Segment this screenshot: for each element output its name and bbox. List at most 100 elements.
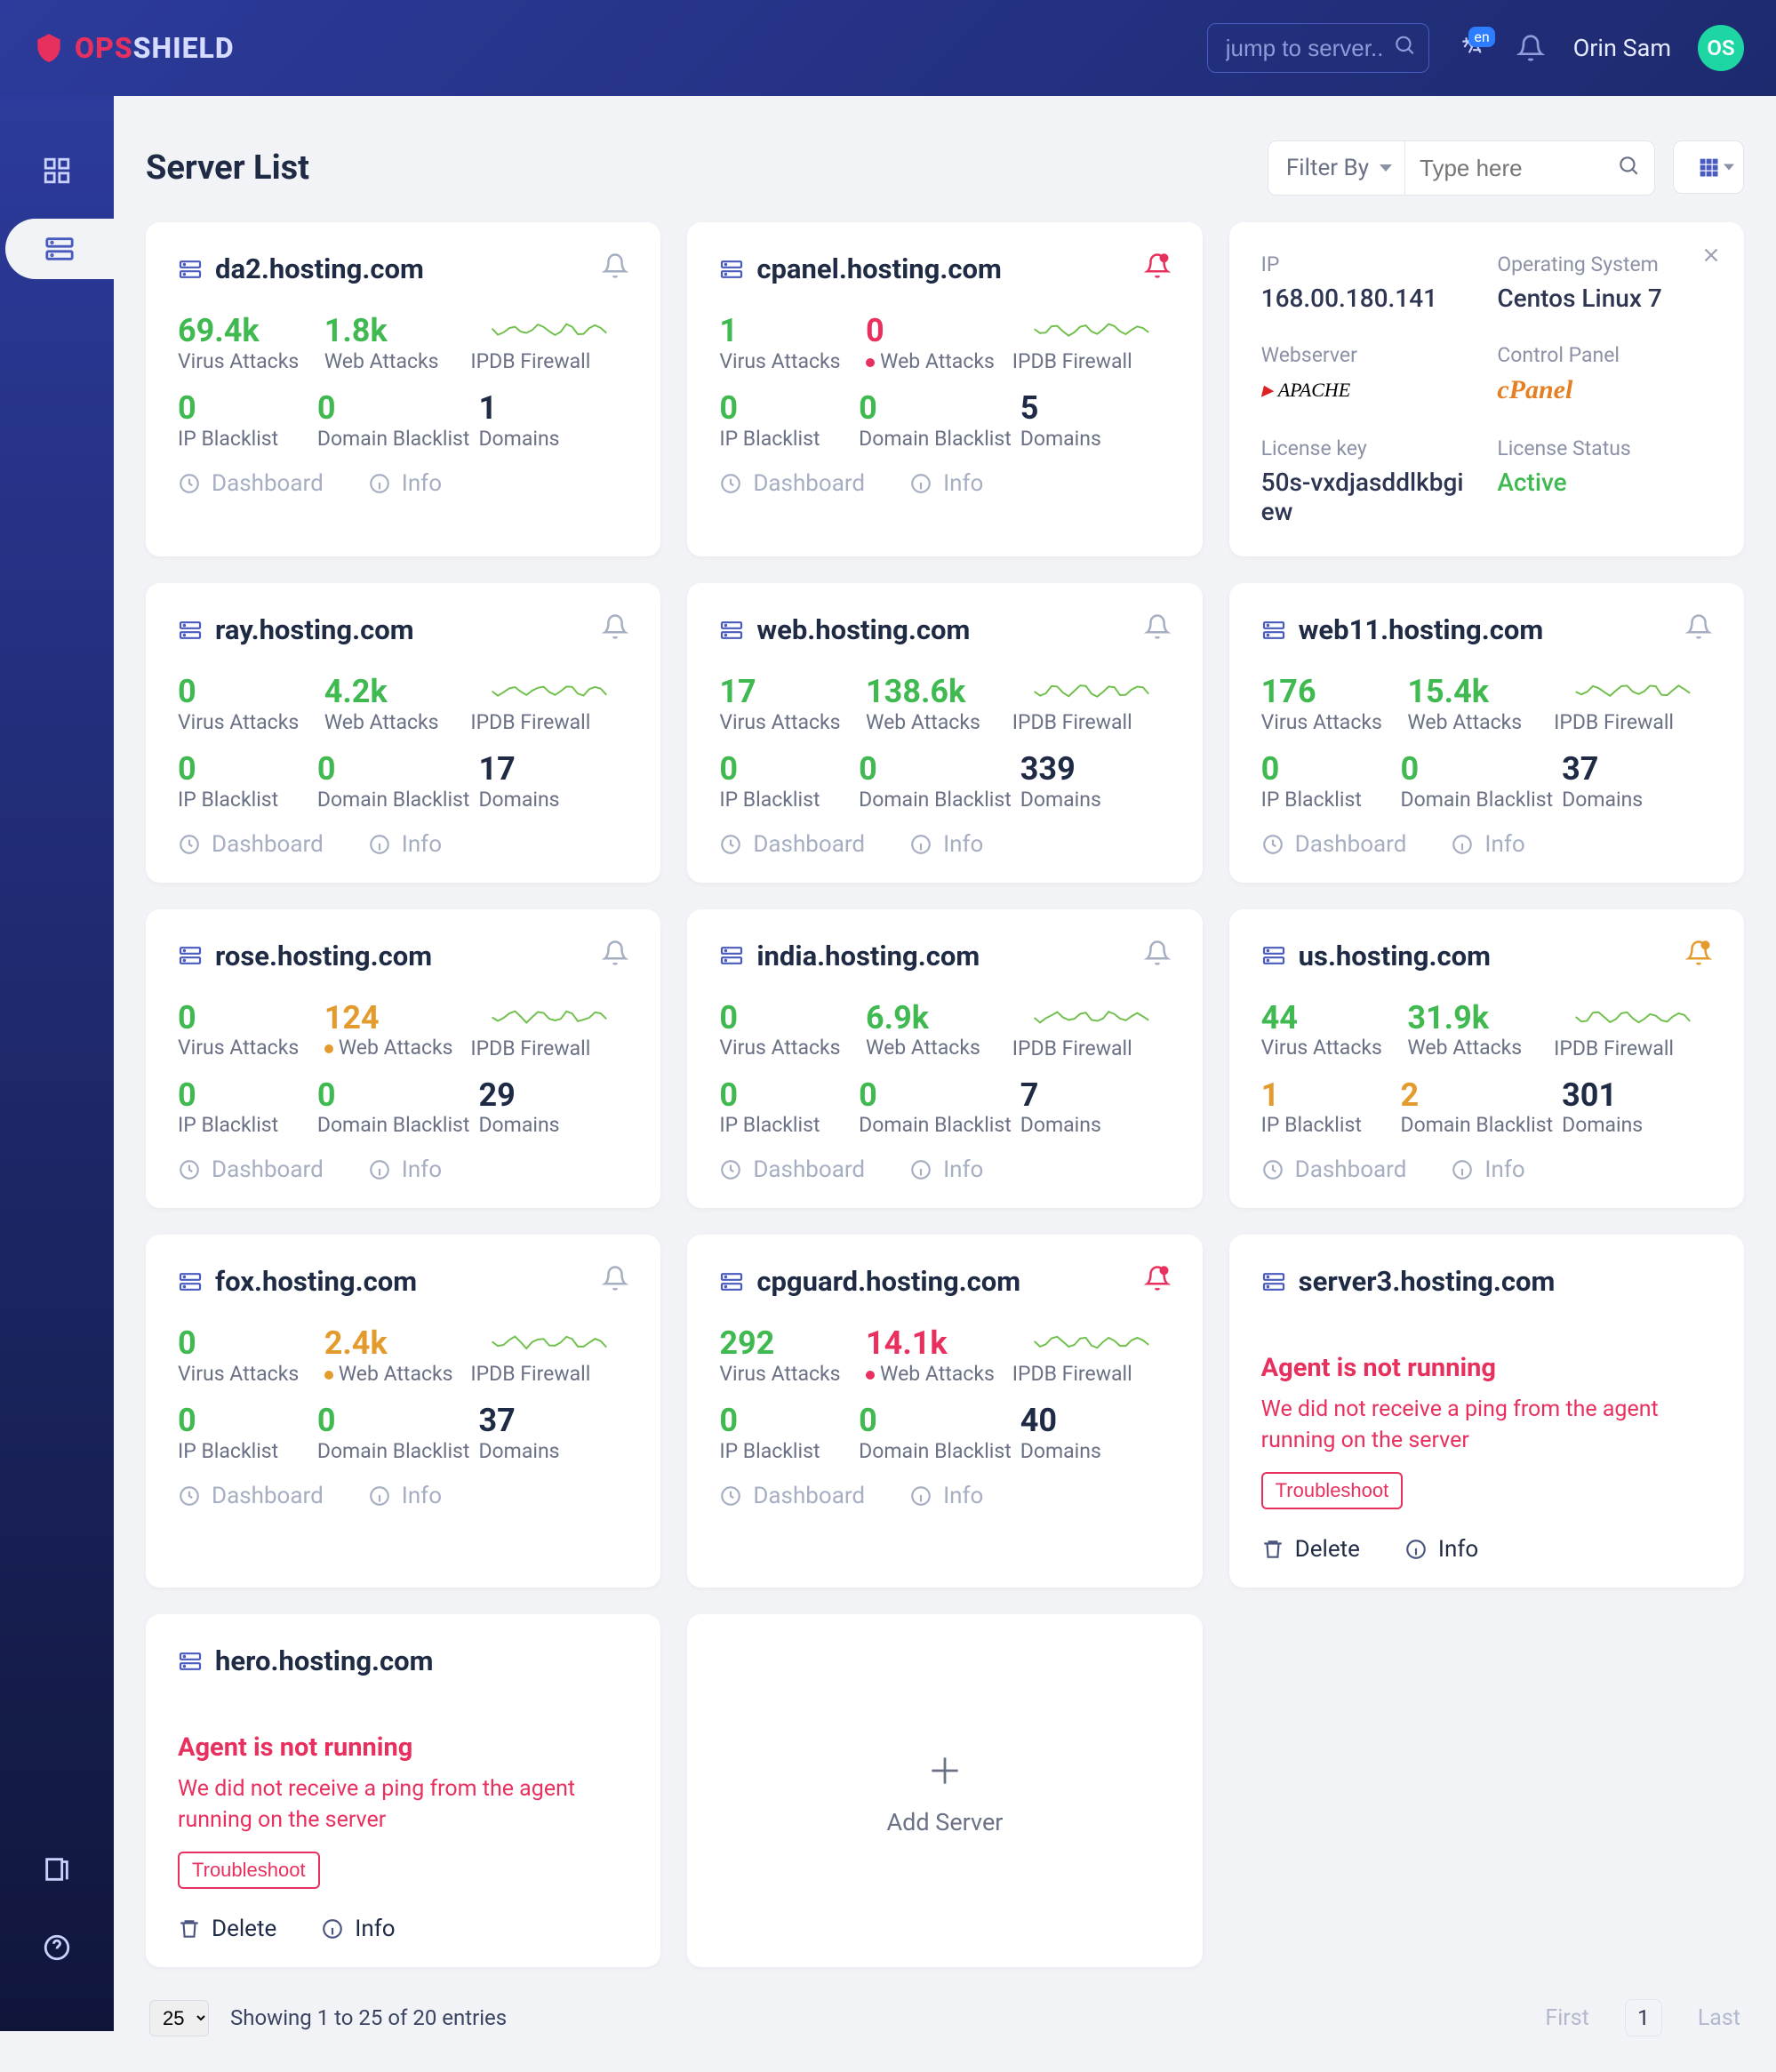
- ip-blacklist-label: IP Blacklist: [719, 427, 850, 451]
- virus-attacks-value: 0: [178, 1001, 316, 1036]
- ip-blacklist-label: IP Blacklist: [1261, 1113, 1392, 1137]
- web-attacks-value: 15.4k: [1407, 675, 1545, 710]
- server-name[interactable]: cpanel.hosting.com: [756, 252, 1002, 285]
- dashboard-link[interactable]: Dashboard: [1261, 831, 1407, 858]
- bell-icon[interactable]: [1144, 613, 1171, 646]
- bell-icon[interactable]: [1144, 1265, 1171, 1298]
- dashboard-link[interactable]: Dashboard: [719, 470, 865, 497]
- bell-icon[interactable]: [1685, 940, 1712, 972]
- jump-to-server-search[interactable]: [1207, 23, 1429, 73]
- search-icon[interactable]: [1617, 154, 1640, 183]
- server-icon: [178, 946, 203, 965]
- license-status-label: License Status: [1497, 436, 1712, 460]
- language-button[interactable]: en: [1456, 32, 1488, 64]
- virus-attacks-label: Virus Attacks: [178, 1362, 316, 1386]
- info-link[interactable]: Info: [368, 1156, 442, 1183]
- logo[interactable]: OPSSHIELD: [32, 31, 235, 65]
- web-attacks-value: 6.9k: [866, 1001, 1004, 1036]
- ip-blacklist-value: 1: [1261, 1078, 1392, 1114]
- info-link[interactable]: Info: [368, 831, 442, 858]
- dashboard-link[interactable]: Dashboard: [178, 831, 324, 858]
- server-icon: [178, 260, 203, 279]
- info-link[interactable]: Info: [909, 470, 983, 497]
- filter-by-dropdown[interactable]: Filter By: [1268, 141, 1405, 195]
- search-icon[interactable]: [1393, 34, 1416, 63]
- info-link[interactable]: Info: [368, 1483, 442, 1509]
- server-name[interactable]: server3.hosting.com: [1299, 1265, 1556, 1298]
- dashboard-link[interactable]: Dashboard: [719, 831, 865, 858]
- virus-attacks-label: Virus Attacks: [178, 349, 316, 373]
- server-name[interactable]: da2.hosting.com: [215, 252, 424, 285]
- dashboard-link[interactable]: Dashboard: [178, 470, 324, 497]
- delete-link[interactable]: Delete: [1261, 1536, 1360, 1563]
- domain-blacklist-value: 0: [859, 752, 1012, 788]
- dashboard-link[interactable]: Dashboard: [178, 1156, 324, 1183]
- bell-icon[interactable]: [602, 252, 628, 285]
- page-first[interactable]: First: [1545, 2005, 1588, 2031]
- filter-input[interactable]: [1420, 155, 1617, 182]
- sparkline: [1012, 1001, 1171, 1033]
- close-icon[interactable]: [1700, 244, 1723, 273]
- info-link[interactable]: Info: [321, 1916, 395, 1942]
- domain-blacklist-label: Domain Blacklist: [859, 1439, 1012, 1463]
- dashboard-link[interactable]: Dashboard: [178, 1483, 324, 1509]
- web-attacks-label: Web Attacks: [324, 1036, 462, 1060]
- sidebar-item-docs[interactable]: [12, 1839, 102, 1900]
- filter-combo: Filter By: [1268, 140, 1655, 196]
- bell-icon[interactable]: [1144, 252, 1171, 285]
- jump-to-server-input[interactable]: [1226, 35, 1384, 62]
- troubleshoot-button[interactable]: Troubleshoot: [1261, 1472, 1404, 1509]
- dashboard-link[interactable]: Dashboard: [719, 1156, 865, 1183]
- server-name[interactable]: us.hosting.com: [1299, 940, 1491, 972]
- user-name[interactable]: Orin Sam: [1573, 34, 1671, 62]
- troubleshoot-button[interactable]: Troubleshoot: [178, 1852, 320, 1889]
- notifications-button[interactable]: [1515, 32, 1547, 64]
- info-link[interactable]: Info: [368, 470, 442, 497]
- domain-blacklist-label: Domain Blacklist: [859, 1113, 1012, 1137]
- logo-text-ops: OPS: [75, 31, 133, 65]
- info-link[interactable]: Info: [909, 831, 983, 858]
- server-name[interactable]: web11.hosting.com: [1299, 613, 1544, 646]
- add-server-card[interactable]: Add Server: [687, 1614, 1202, 1967]
- bell-icon[interactable]: [602, 940, 628, 972]
- ip-blacklist-value: 0: [178, 1404, 308, 1439]
- layout-toggle-button[interactable]: [1673, 140, 1744, 194]
- domains-value: 17: [478, 752, 628, 788]
- sidebar-item-dashboard[interactable]: [12, 140, 102, 201]
- sidebar-item-servers[interactable]: [5, 219, 114, 279]
- sidebar-item-help[interactable]: [12, 1917, 102, 1978]
- info-link[interactable]: Info: [909, 1156, 983, 1183]
- license-status-value: Active: [1497, 468, 1712, 497]
- bell-icon[interactable]: [602, 1265, 628, 1298]
- page-last[interactable]: Last: [1698, 2005, 1740, 2031]
- ipdb-firewall-label: IPDB Firewall: [1012, 710, 1132, 734]
- sparkline: [1012, 1326, 1171, 1358]
- domain-blacklist-value: 0: [317, 752, 470, 788]
- ip-blacklist-label: IP Blacklist: [719, 788, 850, 812]
- avatar[interactable]: OS: [1698, 25, 1744, 71]
- bell-icon[interactable]: [1685, 613, 1712, 646]
- server-name[interactable]: india.hosting.com: [756, 940, 980, 972]
- web-attacks-value: 1.8k: [324, 314, 462, 349]
- dashboard-link[interactable]: Dashboard: [719, 1483, 865, 1509]
- delete-link[interactable]: Delete: [178, 1916, 276, 1942]
- info-link[interactable]: Info: [909, 1483, 983, 1509]
- server-name[interactable]: web.hosting.com: [756, 613, 970, 646]
- server-name[interactable]: ray.hosting.com: [215, 613, 414, 646]
- server-name[interactable]: fox.hosting.com: [215, 1265, 417, 1298]
- ipdb-firewall-label: IPDB Firewall: [470, 1362, 590, 1386]
- info-link[interactable]: Info: [1451, 831, 1524, 858]
- server-name[interactable]: hero.hosting.com: [215, 1644, 434, 1677]
- bell-icon[interactable]: [602, 613, 628, 646]
- error-title: Agent is not running: [1261, 1353, 1712, 1383]
- server-name[interactable]: cpguard.hosting.com: [756, 1265, 1020, 1298]
- server-name[interactable]: rose.hosting.com: [215, 940, 432, 972]
- dashboard-link[interactable]: Dashboard: [1261, 1156, 1407, 1183]
- info-link[interactable]: Info: [1451, 1156, 1524, 1183]
- server-card: web.hosting.com17Virus Attacks138.6kWeb …: [687, 583, 1202, 883]
- bell-icon[interactable]: [1144, 940, 1171, 972]
- web-attacks-label: Web Attacks: [324, 1362, 462, 1386]
- server-card: fox.hosting.com0Virus Attacks2.4kWeb Att…: [146, 1235, 660, 1588]
- web-attacks-label: Web Attacks: [324, 349, 462, 373]
- info-link[interactable]: Info: [1404, 1536, 1478, 1563]
